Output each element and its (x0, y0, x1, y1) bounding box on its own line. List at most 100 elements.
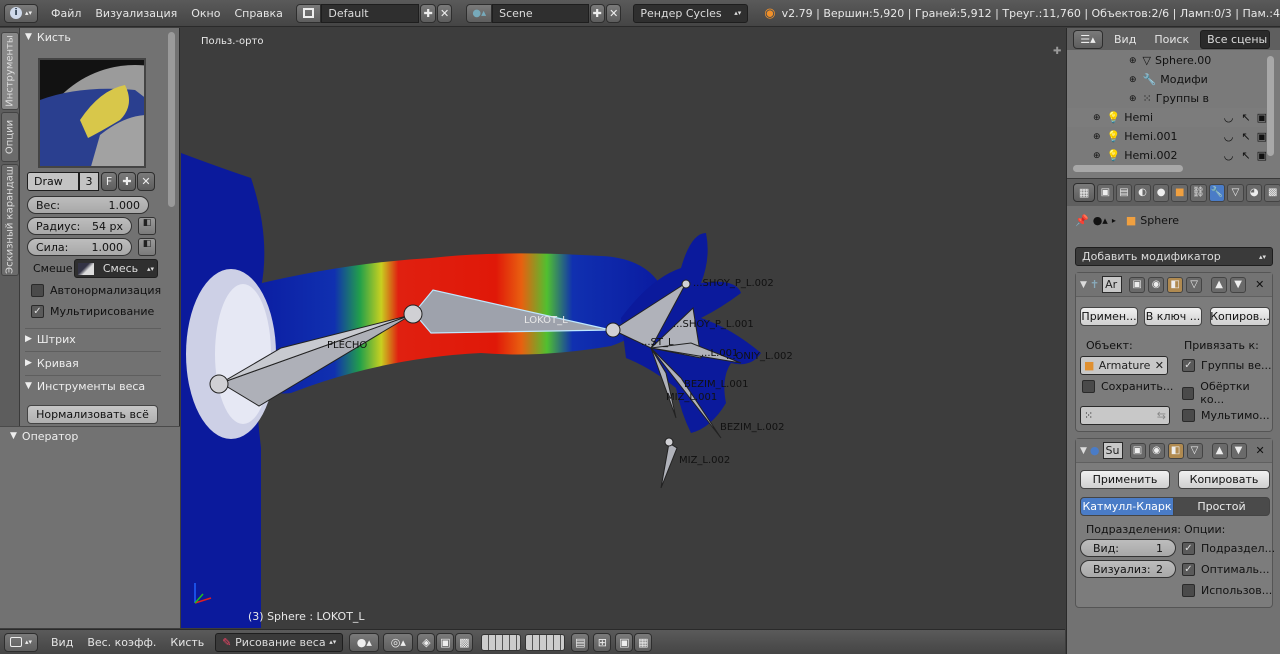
object-tab-icon[interactable]: ■ (1171, 183, 1189, 202)
multipaint-checkbox[interactable]: ✓ (31, 305, 44, 318)
menu-brush[interactable]: Кисть (163, 636, 211, 649)
cage-toggle-icon[interactable]: ▽ (1186, 442, 1203, 459)
scene-add-button[interactable]: ✚ (589, 3, 605, 23)
editmode-toggle-icon[interactable]: ◧ (1167, 276, 1184, 293)
brush-users-count[interactable]: 3 (79, 172, 99, 191)
envelopes-checkbox[interactable] (1182, 386, 1195, 400)
render-levels-field[interactable]: Визуализ: 2 (1080, 560, 1176, 578)
catmull-clark-button[interactable]: Катмулл-Кларк (1080, 497, 1174, 516)
properties-type-button[interactable]: ▦ (1073, 183, 1096, 202)
cursor-icon[interactable]: ↖ (1241, 130, 1250, 143)
tab-tools[interactable]: Инструменты (1, 32, 19, 110)
camera-icon[interactable]: ▣ (1257, 149, 1267, 162)
weight-tools-header[interactable]: ▼ Инструменты веса (25, 377, 145, 395)
layers-grid-2[interactable] (525, 633, 566, 651)
eye-icon[interactable]: ◡ (1224, 149, 1234, 162)
viewport-plus-icon[interactable]: ✚ (1053, 46, 1061, 57)
render-toggle-icon[interactable]: ▣ (1129, 276, 1146, 293)
brush-unlink-button[interactable]: ✕ (137, 172, 155, 191)
material-tab-icon[interactable]: ◕ (1245, 183, 1263, 202)
outliner-type-button[interactable]: ☰▴ (1073, 29, 1103, 49)
brush-name-field[interactable]: Draw (27, 172, 79, 191)
move-up-icon[interactable]: ▲ (1211, 442, 1228, 459)
constraints-tab-icon[interactable]: ⛓ (1190, 183, 1207, 202)
scene-selector-button[interactable]: ●▴ (466, 3, 493, 23)
layers-tab-icon[interactable]: ▤ (1115, 183, 1133, 202)
radius-pressure-toggle[interactable]: ◧ (138, 217, 156, 235)
render-tab-icon[interactable]: ▣ (1097, 183, 1114, 202)
camera-icon[interactable]: ▣ (1257, 130, 1267, 143)
data-tab-icon[interactable]: ▽ (1227, 183, 1244, 202)
simple-button[interactable]: Простой (1173, 497, 1270, 516)
render-engine-select[interactable]: Рендер Cycles ▴▾ (633, 3, 749, 23)
add-modifier-select[interactable]: Добавить модификатор ▴▾ (1075, 247, 1273, 266)
brush-fake-user-button[interactable]: F (101, 172, 117, 191)
viewport-toggle-icon[interactable]: ◉ (1148, 442, 1165, 459)
outliner-menu-view[interactable]: Вид (1107, 33, 1143, 46)
render-preview-button[interactable]: ▣ (615, 632, 634, 652)
tool-shelf-scrollbar[interactable] (168, 32, 175, 207)
outliner-hscrollbar[interactable] (1073, 165, 1183, 172)
view-levels-field[interactable]: Вид: 1 (1080, 539, 1176, 557)
armature-modifier-name[interactable]: Ar (1102, 276, 1123, 293)
outliner-row[interactable]: ⊕ 💡 Hemi.001 ◡ ↖ ▣ (1067, 127, 1267, 146)
armature-apply-button[interactable]: Примен... (1080, 307, 1138, 326)
auto-normalize-row[interactable]: Автонормализация (31, 284, 161, 297)
outliner-filter-select[interactable]: Все сцены (1200, 29, 1271, 49)
editor-type-button[interactable]: i ▴▾ (4, 3, 38, 23)
cursor-icon[interactable]: ↖ (1241, 111, 1250, 124)
brush-preview[interactable] (38, 58, 146, 168)
close-icon[interactable]: ✕ (1255, 278, 1264, 291)
subsurf-copy-button[interactable]: Копировать (1178, 470, 1270, 489)
collapse-triangle-icon[interactable]: ▼ (1080, 280, 1087, 290)
close-icon[interactable]: ✕ (1155, 359, 1164, 372)
use-opensubdiv-row[interactable]: Использов... (1182, 584, 1272, 597)
close-icon[interactable]: ✕ (1256, 444, 1265, 457)
menu-help[interactable]: Справка (227, 7, 289, 20)
pin-icon[interactable]: 📌 (1075, 214, 1089, 227)
mode-select[interactable]: ✎ Рисование веса ▴▾ (215, 632, 344, 652)
mask-face-button[interactable]: ◈ (417, 632, 436, 652)
3d-viewport[interactable]: Польз.-орто PLECHO LOKOT_L ...SHOY_P_L.0… (181, 28, 1065, 628)
snap-button[interactable]: ⊞ (593, 632, 612, 652)
layout-delete-button[interactable]: ✕ (436, 3, 453, 23)
menu-render[interactable]: Визуализация (88, 7, 184, 20)
tab-options[interactable]: Опции (1, 112, 19, 162)
shading-select[interactable]: ●▴ (349, 632, 380, 652)
outliner-row[interactable]: ⊕ 💡 Hemi.002 ◡ ↖ ▣ (1067, 146, 1267, 165)
outliner-row[interactable]: ⊕ ▽ Sphere.00 (1067, 51, 1267, 70)
radius-slider[interactable]: Радиус: 54 px (27, 217, 132, 235)
preserve-volume-checkbox[interactable] (1082, 380, 1095, 393)
subdivide-uvs-checkbox[interactable]: ✓ (1182, 542, 1195, 555)
outliner-vscrollbar[interactable] (1267, 56, 1274, 156)
editmode-toggle-icon[interactable]: ◧ (1167, 442, 1184, 459)
subsurf-apply-button[interactable]: Применить (1080, 470, 1170, 489)
render-toggle-icon[interactable]: ▣ (1129, 442, 1146, 459)
stroke-panel-header[interactable]: ▶ Штрих (25, 330, 76, 348)
cage-toggle-icon[interactable]: ▽ (1186, 276, 1203, 293)
texture-tab-icon[interactable]: ▩ (1264, 183, 1280, 202)
layout-add-button[interactable]: ✚ (420, 3, 436, 23)
mask-vertex-button[interactable]: ▣ (436, 632, 455, 652)
brush-add-button[interactable]: ✚ (118, 172, 136, 191)
armature-object-field[interactable]: ■ Armature ✕ (1080, 356, 1168, 375)
envelopes-row[interactable]: Обёртки ко... (1182, 380, 1272, 406)
menu-view[interactable]: Вид (44, 636, 80, 649)
blend-mode-select[interactable]: Смесь ▴▾ (74, 259, 158, 278)
invert-icon[interactable]: ⇆ (1157, 409, 1166, 422)
layers-grid-1[interactable] (481, 633, 522, 651)
scene-name-field[interactable]: Scene (492, 3, 589, 23)
armature-to-key-button[interactable]: В ключ ... (1144, 307, 1202, 326)
use-opensubdiv-checkbox[interactable] (1182, 584, 1195, 597)
outliner-menu-search[interactable]: Поиск (1147, 33, 1196, 46)
move-down-icon[interactable]: ▼ (1230, 276, 1247, 293)
eye-icon[interactable]: ◡ (1224, 111, 1234, 124)
vertex-group-field[interactable]: ⁙ ⇆ (1080, 406, 1170, 425)
move-up-icon[interactable]: ▲ (1211, 276, 1228, 293)
menu-file[interactable]: Файл (44, 7, 88, 20)
multi-modifier-checkbox[interactable] (1182, 409, 1195, 422)
vertex-groups-checkbox[interactable]: ✓ (1182, 359, 1195, 372)
multi-modifier-row[interactable]: Мультимо... (1182, 409, 1270, 422)
brush-panel-header[interactable]: ▼ Кисть (25, 28, 71, 46)
cursor-icon[interactable]: ↖ (1241, 149, 1250, 162)
